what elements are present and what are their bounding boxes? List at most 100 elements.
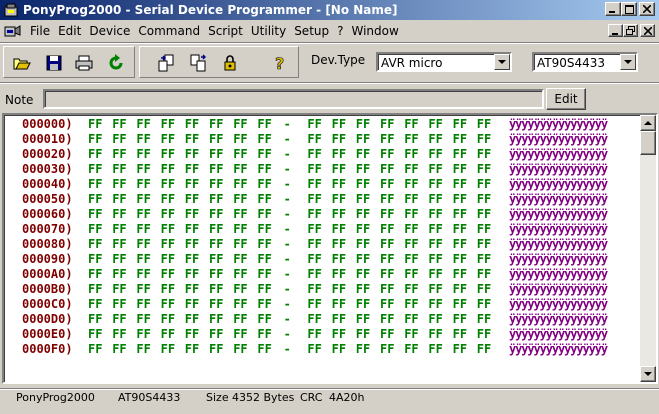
hex-byte[interactable]: FF (453, 132, 467, 147)
hex-byte[interactable]: FF (332, 162, 346, 177)
hex-byte[interactable]: FF (136, 147, 150, 162)
hex-byte[interactable]: FF (356, 207, 370, 222)
hex-byte[interactable]: FF (453, 297, 467, 312)
hex-byte[interactable]: FF (161, 252, 175, 267)
hex-byte[interactable]: FF (404, 192, 418, 207)
hex-byte[interactable]: FF (257, 222, 271, 237)
hex-byte[interactable]: FF (453, 222, 467, 237)
hex-byte[interactable]: FF (380, 282, 394, 297)
hex-row[interactable]: 0000A0) FF FF FF FF FF FF FF FF - FF FF FF FF FF FF FF FF… (4, 267, 640, 282)
hex-byte[interactable]: FF (332, 222, 346, 237)
hex-byte[interactable]: FF (233, 252, 247, 267)
hex-byte[interactable]: FF (88, 132, 102, 147)
hex-byte[interactable]: FF (380, 192, 394, 207)
hex-byte[interactable]: FF (477, 282, 491, 297)
menu-help[interactable]: ? (333, 22, 347, 40)
hex-byte[interactable]: FF (307, 312, 321, 327)
hex-byte[interactable]: FF (88, 312, 102, 327)
hex-byte[interactable]: FF (112, 192, 126, 207)
hex-byte[interactable]: FF (477, 162, 491, 177)
menu-window[interactable]: Window (348, 22, 403, 40)
document-system-menu-icon[interactable] (4, 23, 22, 39)
hex-byte[interactable]: FF (380, 162, 394, 177)
hex-byte[interactable]: FF (185, 327, 199, 342)
hex-byte[interactable]: FF (233, 282, 247, 297)
hex-byte[interactable]: FF (161, 312, 175, 327)
hex-byte[interactable]: FF (136, 342, 150, 357)
hex-byte[interactable]: FF (404, 267, 418, 282)
hex-byte[interactable]: FF (356, 297, 370, 312)
hex-byte[interactable]: FF (112, 132, 126, 147)
hex-byte[interactable]: FF (307, 147, 321, 162)
hex-byte[interactable]: FF (257, 177, 271, 192)
hex-byte[interactable]: FF (404, 162, 418, 177)
hex-byte[interactable]: FF (453, 342, 467, 357)
hex-byte[interactable]: FF (380, 207, 394, 222)
hex-ascii[interactable]: ÿÿÿÿÿÿÿÿÿÿÿÿÿÿÿÿ (509, 117, 608, 132)
hex-byte[interactable]: FF (209, 207, 223, 222)
write-device-button[interactable] (186, 52, 210, 74)
hex-byte[interactable]: FF (380, 177, 394, 192)
note-edit-button[interactable]: Edit (546, 88, 586, 110)
hex-byte[interactable]: FF (233, 117, 247, 132)
hex-byte[interactable]: FF (112, 147, 126, 162)
hex-byte[interactable]: FF (161, 282, 175, 297)
hex-row[interactable]: 000040) FF FF FF FF FF FF FF FF - FF FF FF FF FF FF FF FF… (4, 177, 640, 192)
hex-byte[interactable]: FF (453, 312, 467, 327)
hex-byte[interactable]: FF (332, 207, 346, 222)
hex-byte[interactable]: FF (404, 297, 418, 312)
hex-byte[interactable]: FF (88, 147, 102, 162)
hex-byte[interactable]: FF (257, 297, 271, 312)
hex-byte[interactable]: FF (380, 147, 394, 162)
help-button[interactable]: ? (268, 52, 292, 74)
hex-byte[interactable]: FF (136, 162, 150, 177)
hex-byte[interactable]: FF (453, 282, 467, 297)
hex-byte[interactable]: FF (209, 177, 223, 192)
hex-byte[interactable]: FF (307, 117, 321, 132)
hex-byte[interactable]: FF (136, 252, 150, 267)
hex-byte[interactable]: FF (209, 267, 223, 282)
hex-ascii[interactable]: ÿÿÿÿÿÿÿÿÿÿÿÿÿÿÿÿ (509, 312, 608, 327)
hex-row[interactable]: 000080) FF FF FF FF FF FF FF FF - FF FF FF FF FF FF FF FF… (4, 237, 640, 252)
hex-byte[interactable]: FF (477, 252, 491, 267)
hex-row[interactable]: 000010) FF FF FF FF FF FF FF FF - FF FF FF FF FF FF FF FF… (4, 132, 640, 147)
hex-byte[interactable]: FF (428, 147, 442, 162)
hex-byte[interactable]: FF (428, 117, 442, 132)
hex-ascii[interactable]: ÿÿÿÿÿÿÿÿÿÿÿÿÿÿÿÿ (509, 192, 608, 207)
hex-byte[interactable]: FF (88, 222, 102, 237)
hex-byte[interactable]: FF (332, 312, 346, 327)
hex-row[interactable]: 000000) FF FF FF FF FF FF FF FF - FF FF FF FF FF FF FF FF… (4, 117, 640, 132)
hex-byte[interactable]: FF (380, 252, 394, 267)
title-bar[interactable]: PonyProg2000 - Serial Device Programmer … (0, 0, 659, 20)
hex-byte[interactable]: FF (332, 237, 346, 252)
scroll-thumb[interactable] (640, 131, 656, 155)
hex-byte[interactable]: FF (477, 147, 491, 162)
hex-byte[interactable]: FF (428, 207, 442, 222)
vertical-scrollbar[interactable] (640, 115, 656, 382)
hex-byte[interactable]: FF (404, 147, 418, 162)
hex-byte[interactable]: FF (332, 327, 346, 342)
print-button[interactable] (72, 52, 96, 74)
hex-byte[interactable]: FF (185, 222, 199, 237)
hex-ascii[interactable]: ÿÿÿÿÿÿÿÿÿÿÿÿÿÿÿÿ (509, 222, 608, 237)
hex-row[interactable]: 000030) FF FF FF FF FF FF FF FF - FF FF FF FF FF FF FF FF… (4, 162, 640, 177)
hex-byte[interactable]: FF (428, 327, 442, 342)
hex-byte[interactable]: FF (185, 117, 199, 132)
hex-byte[interactable]: FF (185, 312, 199, 327)
hex-byte[interactable]: FF (380, 342, 394, 357)
scroll-down-button[interactable] (640, 366, 656, 382)
menu-edit[interactable]: Edit (54, 22, 85, 40)
hex-byte[interactable]: FF (332, 282, 346, 297)
hex-byte[interactable]: FF (233, 192, 247, 207)
hex-row[interactable]: 000070) FF FF FF FF FF FF FF FF - FF FF FF FF FF FF FF FF… (4, 222, 640, 237)
hex-ascii[interactable]: ÿÿÿÿÿÿÿÿÿÿÿÿÿÿÿÿ (509, 282, 608, 297)
hex-byte[interactable]: FF (380, 297, 394, 312)
hex-byte[interactable]: FF (453, 267, 467, 282)
hex-byte[interactable]: FF (112, 312, 126, 327)
hex-byte[interactable]: FF (161, 177, 175, 192)
security-bits-button[interactable] (218, 52, 242, 74)
hex-byte[interactable]: FF (185, 342, 199, 357)
hex-byte[interactable]: FF (380, 237, 394, 252)
reload-button[interactable] (104, 52, 128, 74)
hex-byte[interactable]: FF (356, 177, 370, 192)
